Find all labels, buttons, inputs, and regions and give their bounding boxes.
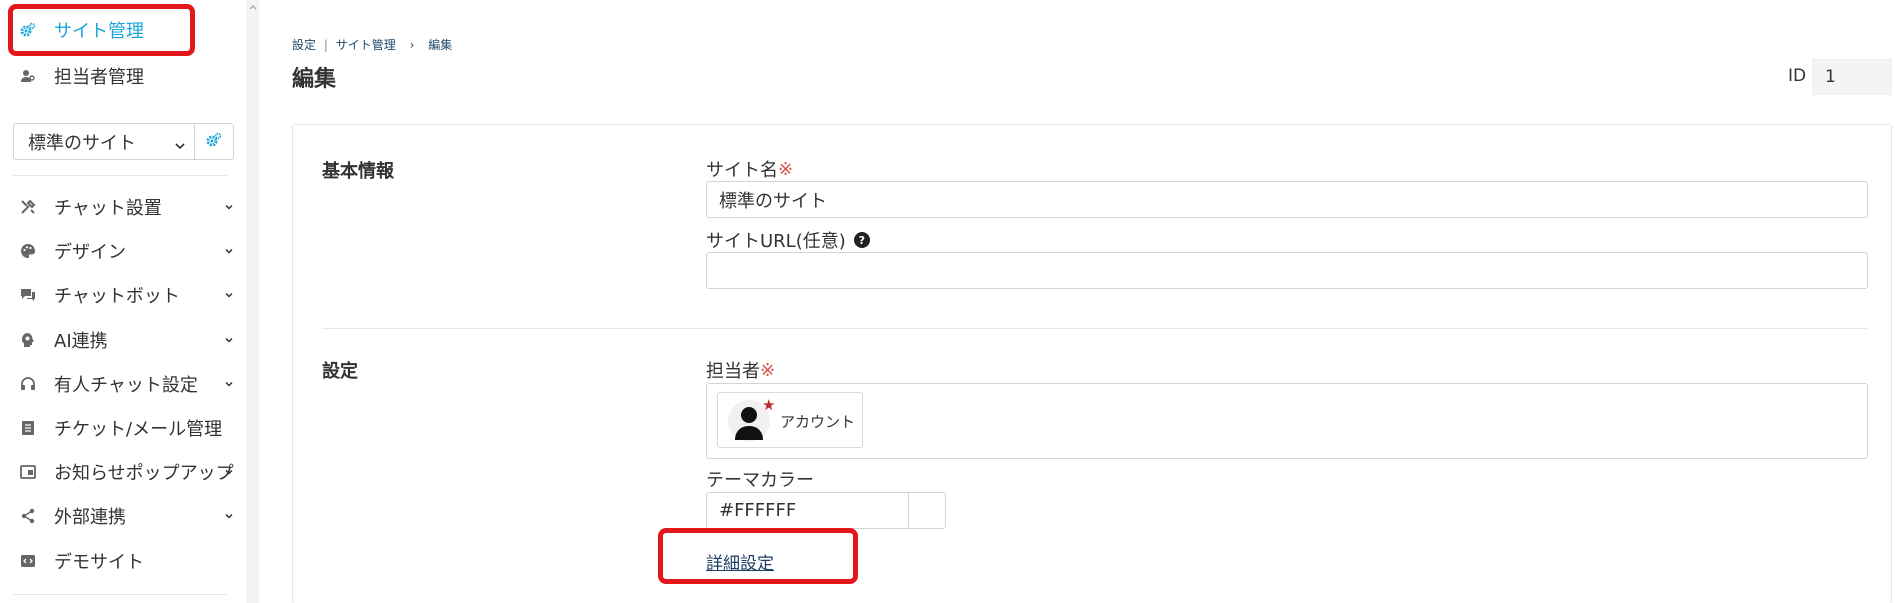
chevron-down-icon [224, 379, 234, 389]
app-root: サイト管理 担当者管理 標準のサイト チャット設置 デザイン チャットボット A… [0, 0, 1895, 603]
edit-form-panel: 基本情報 サイト名※ サイトURL(任意) ? 設定 担当者※ ★ アカウント … [292, 124, 1892, 603]
theme-color-input[interactable] [706, 492, 908, 529]
breadcrumb-separator: | [323, 38, 328, 52]
theme-color-label: テーマカラー [706, 470, 814, 491]
sidebar-item-label: チャットボット [54, 286, 180, 307]
chevron-down-icon [224, 290, 234, 300]
share-icon [20, 508, 36, 524]
assignee-account-chip[interactable]: ★ アカウント [717, 392, 863, 448]
site-name-input[interactable] [706, 181, 1868, 218]
sidebar-divider [13, 594, 227, 595]
sidebar-item-design[interactable]: デザイン [0, 231, 240, 271]
brain-icon [20, 332, 36, 348]
code-window-icon [20, 553, 36, 569]
site-url-input[interactable] [706, 252, 1868, 289]
assignee-label: 担当者 ※ [706, 357, 775, 383]
id-label: ID [1788, 66, 1807, 86]
chevron-down-icon [224, 511, 234, 521]
palette-icon [20, 243, 36, 259]
sidebar-item-live-chat-settings[interactable]: 有人チャット設定 [0, 364, 240, 404]
list-icon [20, 420, 36, 436]
sidebar-item-label: AI連携 [54, 331, 108, 352]
breadcrumb: 設定 | サイト管理 › 編集 [292, 36, 452, 53]
site-url-label-text: サイトURL(任意) [706, 231, 846, 252]
sidebar-item-label: チケット/メール管理 [54, 419, 223, 440]
site-url-label: サイトURL(任意) ? [706, 227, 870, 253]
users-icon [20, 68, 36, 84]
assignee-name: アカウント [780, 413, 856, 431]
sidebar-item-demo-site[interactable]: デモサイト [0, 541, 240, 581]
sidebar-item-label: お知らせポップアップ [54, 463, 234, 484]
chat-bubbles-icon [20, 287, 36, 303]
breadcrumb-item-settings[interactable]: 設定 [292, 36, 316, 53]
sidebar-item-external-integration[interactable]: 外部連携 [0, 496, 240, 536]
sidebar-item-label: チャット設置 [54, 198, 162, 219]
sidebar-item-label: 有人チャット設定 [54, 375, 198, 396]
window-icon [20, 464, 36, 480]
site-select-value: 標準のサイト [28, 132, 136, 154]
site-name-label-text: サイト名 [706, 160, 778, 181]
sidebar-item-label: デザイン [54, 242, 126, 263]
chevron-down-icon [224, 202, 234, 212]
sidebar-scrollbar[interactable] [246, 0, 259, 603]
sidebar-item-label: 外部連携 [54, 507, 126, 528]
help-icon[interactable]: ? [853, 232, 870, 248]
page-title: 編集 [292, 67, 337, 92]
breadcrumb-item-site-management[interactable]: サイト管理 [336, 36, 396, 53]
gear-icon [206, 132, 222, 152]
chevron-down-icon [224, 467, 234, 477]
headset-icon [20, 376, 36, 392]
sidebar-item-chat-install[interactable]: チャット設置 [0, 187, 240, 227]
id-field: 1 [1812, 59, 1892, 95]
sidebar-item-staff-management[interactable]: 担当者管理 [0, 56, 240, 96]
tools-icon [20, 199, 36, 215]
section-title-basic-info: 基本情報 [322, 161, 394, 182]
sidebar-item-label: 担当者管理 [54, 67, 144, 88]
assignee-label-text: 担当者 [706, 361, 760, 382]
breadcrumb-item-edit: 編集 [428, 38, 453, 52]
assignee-field[interactable]: ★ アカウント [706, 383, 1868, 459]
sidebar-item-ticket-mail[interactable]: チケット/メール管理 [0, 408, 240, 448]
sidebar-divider [13, 175, 227, 176]
sidebar-item-ai-integration[interactable]: AI連携 [0, 320, 240, 360]
breadcrumb-separator: › [409, 38, 415, 52]
scroll-up-arrow-icon[interactable] [248, 2, 257, 11]
star-icon: ★ [762, 396, 776, 414]
section-title-settings: 設定 [322, 361, 358, 382]
section-divider [322, 328, 1867, 329]
site-select[interactable]: 標準のサイト [13, 123, 195, 160]
required-mark: ※ [760, 359, 776, 381]
chevron-down-icon [174, 136, 186, 157]
theme-color-swatch[interactable] [908, 492, 946, 529]
advanced-settings-link[interactable]: 詳細設定 [706, 549, 774, 574]
site-name-label: サイト名 ※ [706, 156, 793, 182]
chevron-down-icon [224, 335, 234, 345]
site-settings-button[interactable] [194, 123, 234, 160]
sidebar-item-label: デモサイト [54, 552, 144, 573]
sidebar-item-notice-popup[interactable]: お知らせポップアップ [0, 452, 240, 492]
gear-icon [20, 22, 36, 38]
sidebar: サイト管理 担当者管理 標準のサイト チャット設置 デザイン チャットボット A… [0, 0, 240, 603]
sidebar-item-label: サイト管理 [54, 21, 144, 42]
required-mark: ※ [778, 158, 794, 180]
sidebar-item-site-management[interactable]: サイト管理 [0, 10, 240, 50]
chevron-down-icon [224, 246, 234, 256]
sidebar-item-chatbot[interactable]: チャットボット [0, 275, 240, 315]
